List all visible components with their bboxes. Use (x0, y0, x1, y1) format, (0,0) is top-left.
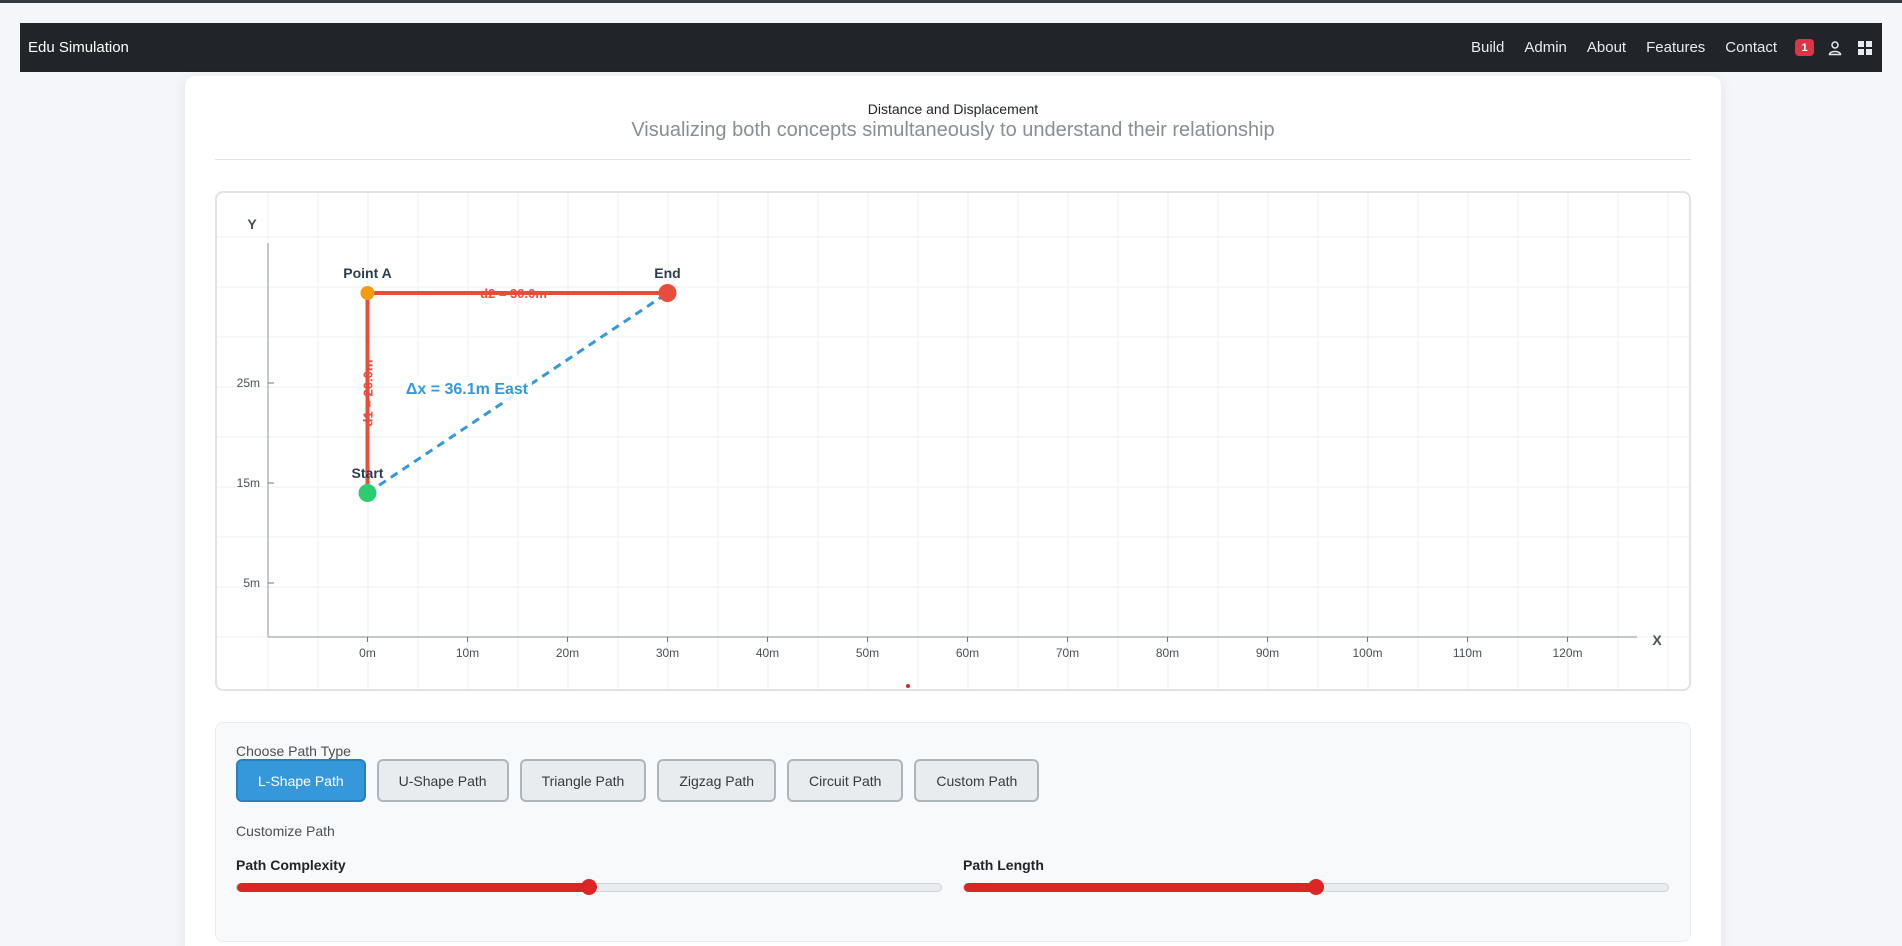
nav-admin[interactable]: Admin (1524, 39, 1567, 56)
notification-badge[interactable]: 1 (1795, 39, 1814, 56)
controls-panel: Choose Path Type L-Shape Path U-Shape Pa… (215, 722, 1691, 942)
nav-features[interactable]: Features (1646, 39, 1705, 56)
end-marker (658, 284, 677, 302)
main-card: Distance and Displacement Visualizing bo… (185, 76, 1721, 946)
y-tick-label: 15m (237, 476, 260, 490)
length-label: Path Length (963, 857, 1044, 873)
segment-label-2: d2 = 30.0m (480, 286, 547, 301)
path-plot: X Y 0m 10m 20m 30m 40m 50m 60m 70m 80m 90m 100m 110m 1… (217, 193, 1689, 689)
simulation-canvas[interactable]: X Y 0m 10m 20m 30m 40m 50m 60m 70m 80m 90m 100m 110m 1… (215, 191, 1691, 691)
length-slider-fill (964, 883, 1316, 892)
y-tick-label: 25m (237, 376, 260, 390)
u-shape-path-button[interactable]: U-Shape Path (376, 759, 509, 802)
length-slider-thumb[interactable] (1308, 879, 1324, 895)
point-a-label: Point A (343, 265, 391, 281)
segment-label-1: d1 = 20.0m (361, 360, 376, 427)
complexity-slider-fill (237, 883, 589, 892)
x-tick-label: 0m (359, 646, 376, 660)
length-slider[interactable] (963, 879, 1669, 895)
complexity-label: Path Complexity (236, 857, 346, 873)
x-tick-label: 90m (1256, 646, 1279, 660)
x-tick-label: 10m (456, 646, 479, 660)
nav-build[interactable]: Build (1471, 39, 1504, 56)
header-divider (215, 159, 1691, 160)
bottom-marker-dot (906, 684, 910, 688)
nav-links: Build Admin About Features Contact 1 (1471, 39, 1874, 57)
grid-icon[interactable] (1856, 39, 1874, 57)
page-title: Distance and Displacement (867, 101, 1039, 117)
triangle-path-button[interactable]: Triangle Path (519, 759, 647, 802)
circuit-path-button[interactable]: Circuit Path (787, 759, 904, 802)
complexity-slider[interactable] (236, 879, 942, 895)
y-tick-label: 5m (243, 576, 260, 590)
point-a-marker (360, 286, 375, 300)
zigzag-path-button[interactable]: Zigzag Path (657, 759, 777, 802)
end-label: End (654, 265, 680, 281)
top-border (0, 0, 1902, 3)
nav-about[interactable]: About (1587, 39, 1626, 56)
x-tick-label: 20m (556, 646, 579, 660)
customize-label: Customize Path (236, 823, 335, 839)
path-type-buttons: L-Shape Path U-Shape Path Triangle Path … (236, 759, 1040, 802)
x-tick-label: 30m (656, 646, 679, 660)
user-icon[interactable] (1826, 39, 1844, 57)
brand-link[interactable]: Edu Simulation (28, 39, 129, 56)
start-marker (358, 484, 377, 502)
x-tick-label: 110m (1453, 646, 1482, 660)
x-tick-label: 80m (1156, 646, 1179, 660)
x-tick-label: 70m (1056, 646, 1079, 660)
path-type-label: Choose Path Type (236, 743, 351, 759)
start-label: Start (352, 465, 384, 481)
custom-path-button[interactable]: Custom Path (914, 759, 1040, 802)
nav-contact[interactable]: Contact (1725, 39, 1777, 56)
x-tick-label: 120m (1552, 646, 1582, 660)
displacement-label: Δx = 36.1m East (406, 381, 529, 398)
page-subtitle: Visualizing both concepts simultaneously… (631, 119, 1275, 141)
x-tick-label: 50m (856, 646, 879, 660)
x-tick-label: 40m (756, 646, 779, 660)
x-tick-label: 60m (956, 646, 979, 660)
y-axis-letter: Y (247, 216, 257, 232)
navbar: Edu Simulation Build Admin About Feature… (20, 23, 1882, 72)
l-shape-path-button[interactable]: L-Shape Path (236, 759, 366, 802)
x-tick-label: 100m (1352, 646, 1382, 660)
x-axis-letter: X (1652, 632, 1662, 648)
complexity-slider-thumb[interactable] (581, 879, 597, 895)
